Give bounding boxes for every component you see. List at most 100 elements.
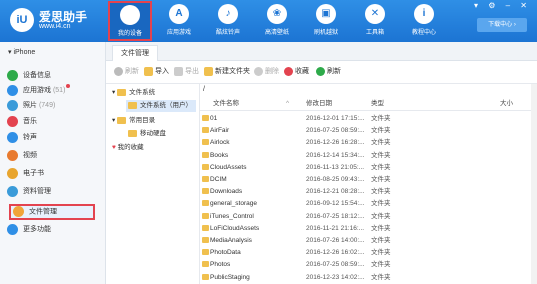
file-name: LoFiCloudAssets [210, 224, 260, 232]
tree-item-label: 移动硬盘 [140, 130, 166, 137]
scrollbar[interactable] [531, 84, 537, 284]
video-icon [7, 149, 18, 161]
folder-icon [202, 249, 209, 256]
header-name[interactable]: 文件名称 [213, 98, 239, 110]
table-row[interactable]: CloudAssets 2016-11-13 21:05:... 文件夹 [200, 162, 537, 173]
file-type: 文件夹 [371, 237, 391, 244]
sidebar-item-8[interactable]: 文件管理 [9, 204, 95, 220]
toolbar-heart-button[interactable]: 收藏 [284, 65, 309, 79]
table-row[interactable]: PhotoData 2016-12-26 16:02:... 文件夹 [200, 247, 537, 258]
nav-wallpaper[interactable]: ❀ 高清壁纸 [255, 2, 299, 40]
book-icon [7, 167, 18, 179]
table-row[interactable]: PublicStaging 2016-12-23 14:02:... 文件夹 [200, 272, 537, 283]
toolbar-refresh-button[interactable]: 刷新 [316, 65, 341, 79]
new-folder-icon [204, 66, 213, 76]
toolbar-refresh-button[interactable]: 刷新 [114, 65, 139, 79]
file-name: iTunes_Control [210, 212, 254, 220]
nav-apple[interactable]: 我的设备 [108, 1, 152, 41]
sidebar-item-0[interactable]: 设备信息 [7, 69, 99, 83]
file-type: 文件夹 [371, 249, 391, 257]
header-type[interactable]: 类型 [371, 98, 384, 110]
table-row[interactable]: DCIM 2016-08-25 09:43:... 文件夹 [200, 174, 537, 185]
toolbar-label: 新建文件夹 [215, 68, 250, 75]
window-controls[interactable]: ▾ ⚙ – ✕ [474, 1, 531, 10]
table-row[interactable]: iTunes_Control 2016-07-25 18:12:... 文件夹 [200, 211, 537, 222]
file-name: DCIM [210, 176, 227, 183]
nav-tools[interactable]: ✕ 工具箱 [353, 2, 397, 40]
table-row[interactable]: Photos 2016-07-25 08:59:... 文件夹 [200, 259, 537, 270]
file-type: 文件夹 [371, 200, 391, 208]
nav-info[interactable]: i 教程中心 [402, 2, 446, 40]
data-icon [7, 185, 18, 197]
music-icon [7, 115, 18, 127]
nav-label: 教程中心 [411, 30, 436, 36]
file-name: AirFair [210, 127, 230, 135]
tree-item-2[interactable]: ▾ 常用目录 [112, 115, 155, 127]
sidebar-item-1[interactable]: 应用游戏 (51) [7, 84, 99, 98]
tree-item-0[interactable]: ▾ 文件系统 [112, 87, 155, 99]
toolbar-label: 导入 [155, 68, 169, 75]
table-row[interactable]: LoFiCloudAssets 2016-11-21 21:16:... 文件夹 [200, 223, 537, 234]
file-name: Photos [210, 261, 231, 269]
header-size[interactable]: 大小 [500, 98, 513, 110]
tree-item-3[interactable]: 移动硬盘 [128, 128, 166, 140]
sidebar-item-9[interactable]: 更多功能 [7, 223, 99, 237]
tree-item-1[interactable]: 文件系统（用户） [126, 100, 196, 112]
table-row[interactable]: AirFair 2016-07-25 08:59:... 文件夹 [200, 125, 537, 136]
nav-appstore[interactable]: A 应用游戏 [157, 2, 201, 40]
file-type: 文件夹 [371, 115, 391, 122]
file-type: 文件夹 [371, 212, 391, 220]
table-row[interactable]: Airlock 2016-12-26 16:28:... 文件夹 [200, 137, 537, 148]
box-icon: ▣ [316, 4, 336, 24]
device-selector[interactable]: ▾ iPhone [8, 48, 35, 56]
table-row[interactable]: general_storage 2016-09-12 15:54:... 文件夹 [200, 198, 537, 209]
nav-box[interactable]: ▣ 刷机越狱 [304, 2, 348, 40]
folder-icon [202, 115, 209, 121]
app-window: iU 爱思助手 www.i4.cn 我的设备 A 应用游戏 ♪ 酷炫铃声 ❀ 高清壁纸 ▣ 刷机… [0, 0, 537, 284]
file-date: 2016-12-21 08:28:... [306, 188, 365, 196]
folder-icon [202, 188, 209, 195]
sidebar-item-7[interactable]: 资料管理 [7, 185, 99, 199]
file-date: 2016-07-25 08:59:... [306, 127, 365, 135]
more-icon [7, 223, 18, 235]
sidebar-item-3[interactable]: 音乐 [7, 115, 99, 129]
sidebar-item-5[interactable]: 视频 [7, 149, 99, 163]
folder-icon [117, 116, 127, 124]
path-bar[interactable]: / [203, 86, 205, 93]
file-date: 2016-08-25 09:43:... [306, 176, 365, 183]
table-row[interactable]: Downloads 2016-12-21 08:28:... 文件夹 [200, 186, 537, 197]
heart-icon [284, 66, 293, 76]
table-row[interactable]: MediaAnalysis 2016-07-26 14:00:... 文件夹 [200, 235, 537, 246]
folder-icon [202, 139, 209, 146]
file-type: 文件夹 [371, 176, 391, 183]
sidebar-item-6[interactable]: 电子书 [7, 167, 99, 181]
toolbar-export-button[interactable]: 导出 [174, 65, 199, 79]
sidebar-item-2[interactable]: 照片 (749) [7, 99, 99, 113]
photo-icon [7, 99, 18, 111]
tree-item-label: 文件系统 [129, 89, 156, 96]
file-list: / 文件名称 ^ 修改日期 类型 大小 01 2016-12-01 17:15:.… [200, 84, 537, 284]
folder-icon [202, 212, 209, 219]
toolbar-delete-button[interactable]: 删除 [254, 65, 279, 79]
appstore-icon: A [169, 4, 189, 24]
bell-icon: ♪ [218, 4, 238, 24]
table-row[interactable]: 01 2016-12-01 17:15:... 文件夹 [200, 113, 537, 124]
download-center-button[interactable]: 下载中心 › [477, 18, 527, 32]
toolbar-new-folder-button[interactable]: 新建文件夹 [204, 65, 250, 79]
file-date: 2016-12-14 15:34:... [306, 151, 365, 159]
file-date: 2016-07-25 08:59:... [306, 261, 365, 269]
file-name: PublicStaging [210, 273, 250, 281]
file-type: 文件夹 [371, 188, 391, 196]
tab-file-management[interactable]: 文件管理 [112, 45, 158, 61]
toolbar: 刷新 导入 导出 新建文件夹 删除 收藏 刷新 [106, 61, 537, 84]
file-date: 2016-11-21 21:16:... [306, 224, 365, 232]
toolbar-import-button[interactable]: 导入 [144, 65, 169, 79]
table-row[interactable]: Books 2016-12-14 15:34:... 文件夹 [200, 150, 537, 161]
file-name: 01 [210, 115, 218, 122]
file-type: 文件夹 [371, 163, 391, 171]
sidebar-item-4[interactable]: 铃声 [7, 131, 99, 145]
tree-item-label: 文件系统（用户） [140, 102, 192, 109]
nav-bell[interactable]: ♪ 酷炫铃声 [206, 2, 250, 40]
header-date[interactable]: 修改日期 [306, 98, 332, 110]
tree-item-4[interactable]: ♥ 我的收藏 [112, 142, 144, 154]
